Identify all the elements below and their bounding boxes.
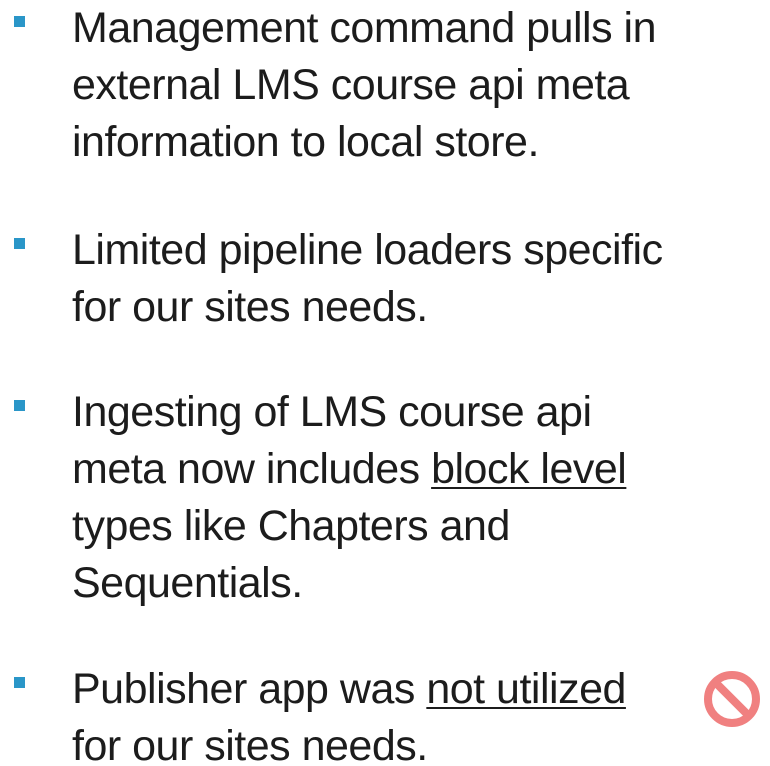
bullet-text-segment: meta now includes <box>72 445 432 493</box>
bullet-line: types like Chapters and <box>72 502 510 550</box>
bullet-text: Ingesting of LMS course api meta now inc… <box>72 384 627 612</box>
underlined-text: block level <box>431 445 627 493</box>
slide: Management command pulls in external LMS… <box>0 0 770 766</box>
bullet-text-segment: Publisher app was <box>72 665 427 713</box>
bullet-line: Ingesting of LMS course api <box>72 388 592 436</box>
bullet-line: information to local store. <box>72 118 539 166</box>
bullet-item-ingesting: Ingesting of LMS course api meta now inc… <box>14 384 627 612</box>
bullet-line: for our sites needs. <box>72 722 428 766</box>
bullet-item-management-command: Management command pulls in external LMS… <box>14 0 657 171</box>
bullet-item-pipeline-loaders: Limited pipeline loaders specific for ou… <box>14 222 663 336</box>
bullet-line: Limited pipeline loaders specific <box>72 226 663 274</box>
bullet-line: Sequentials. <box>72 559 303 607</box>
bullet-line: Management command pulls in <box>72 4 657 52</box>
bullet-text: Management command pulls in external LMS… <box>72 0 657 171</box>
bullet-marker <box>14 400 25 411</box>
bullet-line: Publisher app was not utilized <box>72 661 626 718</box>
bullet-marker <box>14 238 25 249</box>
bullet-text: Limited pipeline loaders specific for ou… <box>72 222 663 336</box>
bullet-marker <box>14 16 25 27</box>
underlined-text: not utilized <box>426 665 626 713</box>
bullet-line: external LMS course api meta <box>72 61 630 109</box>
bullet-line: meta now includes block level <box>72 441 627 498</box>
bullet-line: for our sites needs. <box>72 283 428 331</box>
bullet-item-publisher-app: Publisher app was not utilized for our s… <box>14 661 626 766</box>
bullet-marker <box>14 677 25 688</box>
prohibited-icon <box>704 671 760 727</box>
bullet-text: Publisher app was not utilized for our s… <box>72 661 626 766</box>
